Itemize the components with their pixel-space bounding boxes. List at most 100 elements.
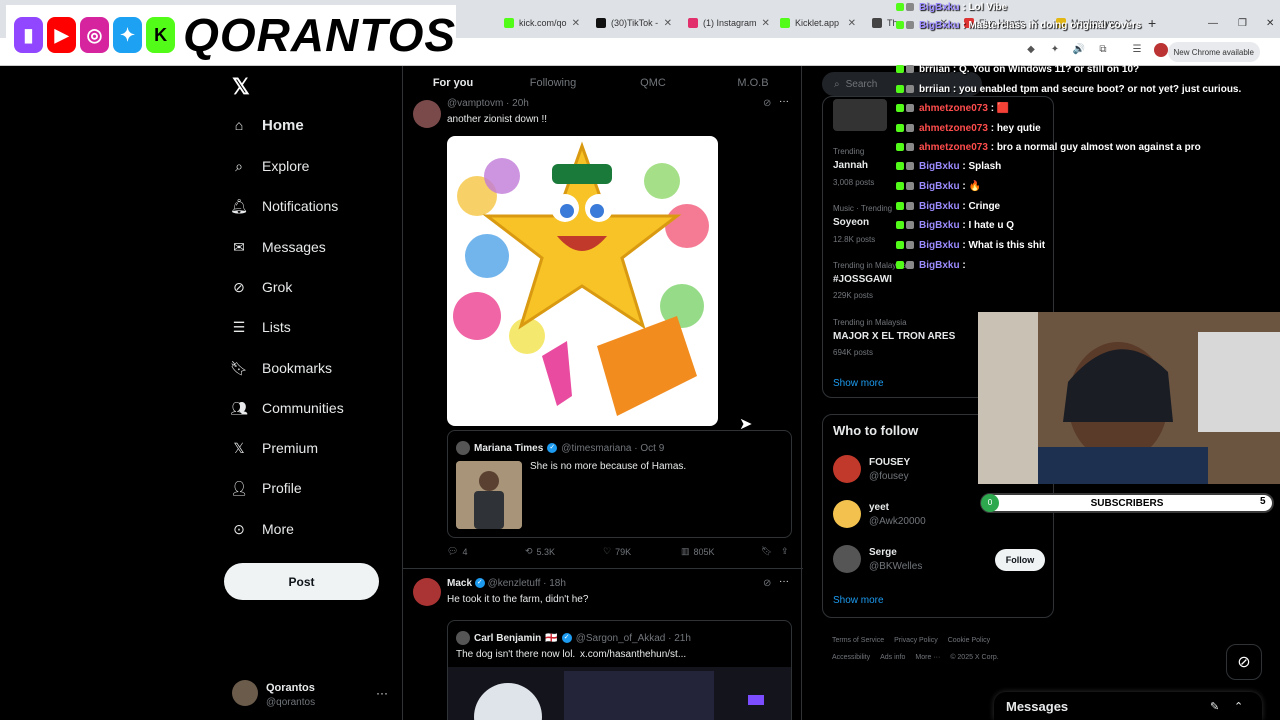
subscriber-goal-bar: SUBSCRIBERS xyxy=(980,493,1274,513)
nav-item-more[interactable]: ⊙ More xyxy=(230,514,294,544)
chat-username: BigBxku xyxy=(919,220,960,232)
messages-drawer[interactable]: Messages ✎ ⌃ xyxy=(994,692,1262,720)
chat-message: BigBxku : 🔥 xyxy=(896,181,981,192)
avatar[interactable] xyxy=(833,455,861,483)
quote-text: She is no more because of Hamas. xyxy=(530,461,687,472)
heart-icon: ♡ xyxy=(603,546,612,556)
browser-tab[interactable]: Kicklet.app ✕ xyxy=(772,8,864,38)
grok-icon[interactable]: ⊘ xyxy=(763,578,771,589)
chevron-up-icon[interactable]: ⌃ xyxy=(1234,700,1243,713)
tab-mob[interactable]: M.O.B xyxy=(703,66,803,100)
nav-item-lists[interactable]: ☰ Lists xyxy=(230,312,291,342)
trend-thumbnail[interactable] xyxy=(833,99,887,131)
footer-link[interactable]: More ··· xyxy=(915,654,940,661)
repost-button[interactable]: ⟲ 5.3K xyxy=(525,546,555,557)
avatar[interactable] xyxy=(413,578,441,606)
quote-meta: Carl Benjamin 🏴󠁧󠁢󠁥󠁮󠁧󠁿 ✓ @Sargon_of_Akkad… xyxy=(456,631,691,645)
browser-tab[interactable]: (1) Instagram ✕ xyxy=(680,8,772,38)
footer-link[interactable]: Terms of Service xyxy=(832,637,884,644)
more-dots-icon[interactable]: ··· xyxy=(376,686,388,700)
footer-link[interactable]: Accessibility xyxy=(832,654,870,661)
footer-link[interactable]: Privacy Policy xyxy=(894,637,938,644)
footer-link[interactable]: Ads info xyxy=(880,654,905,661)
share-button[interactable]: ⇪ xyxy=(781,546,789,557)
views-button[interactable]: ▥ 805K xyxy=(681,546,715,557)
youtube-icon: ▶ xyxy=(47,17,77,53)
close-tab-icon[interactable]: ✕ xyxy=(664,18,672,29)
close-tab-icon[interactable]: ✕ xyxy=(762,18,770,29)
close-tab-icon[interactable]: ✕ xyxy=(572,18,580,29)
like-button[interactable]: ♡ 79K xyxy=(603,546,631,557)
quote-tweet[interactable]: Mariana Times ✓ @timesmariana · Oct 9 Sh… xyxy=(447,430,792,538)
chat-username: BigBxku xyxy=(919,181,960,193)
people-icon: 👥︎ xyxy=(230,399,248,416)
flag-emoji: 🏴󠁧󠁢󠁥󠁮󠁧󠁿 xyxy=(545,632,558,644)
more-dots-icon[interactable]: ··· xyxy=(779,96,789,107)
nav-item-bookmarks[interactable]: 🔖︎ Bookmarks xyxy=(230,353,332,383)
chat-message: brriian : you enabled tpm and secure boo… xyxy=(896,84,1241,95)
show-more-link[interactable]: Show more xyxy=(833,378,884,389)
post-button[interactable]: Post xyxy=(224,563,379,600)
account-switcher[interactable]: Qorantos @qorantos ··· xyxy=(232,680,392,710)
tab-for-you[interactable]: For you xyxy=(403,66,503,100)
trend-item[interactable]: #JOSSGAWI xyxy=(833,274,892,285)
x-logo-icon[interactable]: 𝕏 xyxy=(232,74,250,100)
stream-logo-overlay: ▮ ▶ ◎ ✦ K QORANTOS xyxy=(6,5,456,65)
trend-item[interactable]: MAJOR X EL TRON ARES xyxy=(833,331,955,342)
repost-icon: ⟲ xyxy=(525,546,533,556)
chat-badges-icon xyxy=(896,142,916,153)
chat-username: BigBxku xyxy=(919,161,960,173)
more-dots-icon[interactable]: ··· xyxy=(779,576,789,587)
nav-item-explore[interactable]: ⌕ Explore xyxy=(230,151,309,181)
avatar[interactable] xyxy=(833,545,861,573)
chat-username: BigBxku xyxy=(919,240,960,252)
nav-item-communities[interactable]: 👥︎ Communities xyxy=(230,393,344,423)
show-more-link[interactable]: Show more xyxy=(833,595,884,606)
reply-button[interactable]: 💬︎ 4 xyxy=(447,546,467,557)
follow-handle: @fousey xyxy=(869,471,909,482)
account-name: Qorantos xyxy=(266,682,315,694)
nav-item-home[interactable]: ⌂ Home xyxy=(230,110,304,140)
quote-image[interactable] xyxy=(448,667,791,720)
nav-item-premium[interactable]: 𝕏 Premium xyxy=(230,433,318,463)
nav-item-profile[interactable]: 👤︎ Profile xyxy=(230,473,302,503)
nav-item-grok[interactable]: ⊘ Grok xyxy=(230,272,292,302)
quote-link[interactable]: x.com/hasanthehun/st... xyxy=(580,649,686,660)
browser-tab[interactable]: (30)TikTok - ✕ xyxy=(588,8,680,38)
nav-item-notifications[interactable]: 🔔︎ Notifications xyxy=(230,191,338,221)
who-to-follow-title: Who to follow xyxy=(833,423,919,438)
trend-item[interactable]: Jannah xyxy=(833,160,868,171)
account-handle: @qorantos xyxy=(266,697,316,708)
chat-message: BigBxku : I hate u Q xyxy=(896,220,1014,231)
chat-text: bro a normal guy almost won against a pr… xyxy=(996,142,1201,154)
tweet-image[interactable] xyxy=(447,136,718,426)
quote-tweet[interactable]: Carl Benjamin 🏴󠁧󠁢󠁥󠁮󠁧󠁿 ✓ @Sargon_of_Akkad… xyxy=(447,620,792,720)
chat-username: ahmetzone073 xyxy=(919,123,988,135)
compose-message-icon[interactable]: ✎ xyxy=(1210,700,1219,713)
follow-button[interactable]: Follow xyxy=(995,549,1045,571)
chat-badges-icon xyxy=(896,260,916,271)
close-tab-icon[interactable]: ✕ xyxy=(848,18,856,29)
quote-image[interactable] xyxy=(456,461,522,529)
webcam-feed xyxy=(978,312,1280,484)
chat-badges-icon xyxy=(896,181,916,192)
browser-tab[interactable]: kick.com/qo ✕ xyxy=(496,8,588,38)
avatar xyxy=(232,680,258,706)
bookmark-button[interactable]: 🔖︎ xyxy=(761,546,772,557)
tab-following[interactable]: Following xyxy=(503,66,603,100)
chat-username: ahmetzone073 xyxy=(919,103,988,115)
stream-chat-overlay: BigBxku : Lol Vibe BigBxku : Masterclass … xyxy=(896,0,1280,290)
grok-icon: ⊘ xyxy=(233,278,245,295)
tab-qmc[interactable]: QMC xyxy=(603,66,703,100)
trend-item[interactable]: Soyeon xyxy=(833,217,869,228)
avatar[interactable] xyxy=(833,500,861,528)
avatar[interactable] xyxy=(413,100,441,128)
star-celebration-image xyxy=(453,141,709,416)
nav-item-messages[interactable]: ✉ Messages xyxy=(230,232,326,262)
feed-tabs: For you Following QMC M.O.B xyxy=(403,66,803,100)
footer-link[interactable]: Cookie Policy xyxy=(948,637,990,644)
chat-message: ahmetzone073 : 🟥 xyxy=(896,103,1009,114)
grok-button[interactable]: ⊘ xyxy=(1226,644,1262,680)
grok-icon[interactable]: ⊘ xyxy=(763,98,771,109)
follow-name: yeet xyxy=(869,502,890,513)
